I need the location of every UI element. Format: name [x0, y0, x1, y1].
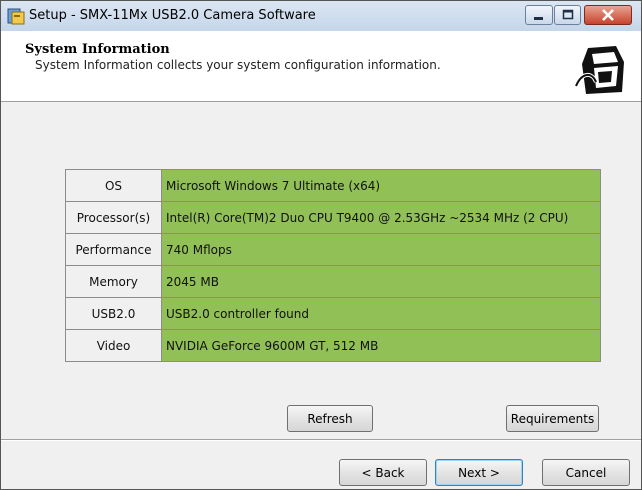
wizard-header: System Information System Information co… — [1, 31, 641, 102]
table-row: Memory 2045 MB — [65, 265, 601, 298]
row-label: Video — [65, 329, 162, 362]
minimize-button[interactable] — [525, 5, 553, 25]
back-button[interactable]: < Back — [339, 459, 427, 486]
row-value: 740 Mflops — [161, 233, 601, 266]
row-value: USB2.0 controller found — [161, 297, 601, 330]
row-value: 2045 MB — [161, 265, 601, 298]
row-value: NVIDIA GeForce 9600M GT, 512 MB — [161, 329, 601, 362]
maximize-button[interactable] — [554, 5, 581, 25]
setup-box-icon — [574, 42, 630, 98]
table-row: Processor(s) Intel(R) Core(TM)2 Duo CPU T… — [65, 201, 601, 234]
title-bar[interactable]: Setup - SMX-11Mx USB2.0 Camera Software — [1, 1, 641, 32]
table-row: Video NVIDIA GeForce 9600M GT, 512 MB — [65, 329, 601, 362]
next-button[interactable]: Next > — [435, 459, 523, 486]
setup-window: Setup - SMX-11Mx USB2.0 Camera Software … — [0, 0, 642, 490]
table-row: Performance 740 Mflops — [65, 233, 601, 266]
refresh-button[interactable]: Refresh — [287, 405, 373, 432]
table-row: OS Microsoft Windows 7 Ultimate (x64) — [65, 169, 601, 202]
row-label: OS — [65, 169, 162, 202]
close-icon — [602, 9, 614, 21]
page-subtitle: System Information collects your system … — [35, 58, 441, 72]
window-title: Setup - SMX-11Mx USB2.0 Camera Software — [29, 8, 316, 23]
table-row: USB2.0 USB2.0 controller found — [65, 297, 601, 330]
system-info-table: OS Microsoft Windows 7 Ultimate (x64) Pro… — [65, 169, 601, 362]
row-label: Performance — [65, 233, 162, 266]
footer-divider — [1, 439, 641, 441]
close-button[interactable] — [584, 5, 632, 25]
row-label: Memory — [65, 265, 162, 298]
setup-app-icon — [7, 8, 25, 25]
cancel-button[interactable]: Cancel — [542, 459, 630, 486]
minimize-icon — [534, 17, 543, 20]
row-label: USB2.0 — [65, 297, 162, 330]
row-label: Processor(s) — [65, 201, 162, 234]
row-value: Intel(R) Core(TM)2 Duo CPU T9400 @ 2.53G… — [161, 201, 601, 234]
maximize-icon — [562, 9, 573, 20]
page-title: System Information — [25, 42, 170, 57]
requirements-button[interactable]: Requirements — [506, 405, 599, 432]
row-value: Microsoft Windows 7 Ultimate (x64) — [161, 169, 601, 202]
